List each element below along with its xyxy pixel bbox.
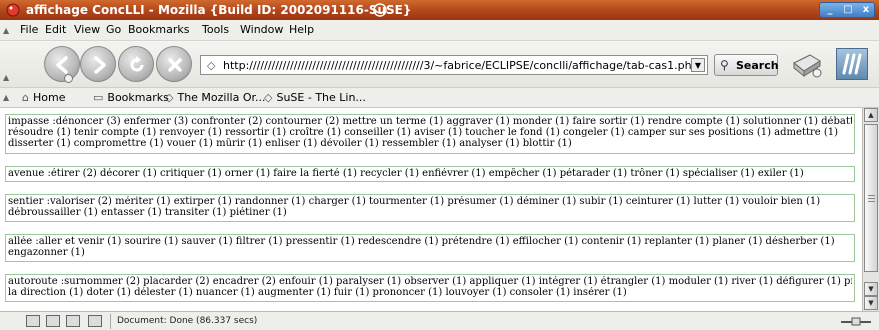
bookmark-suse[interactable]: ◇ SuSE - The Lin... xyxy=(264,91,366,104)
entry-line: avenue :étirer (2) décorer (1) critiquer… xyxy=(8,168,804,179)
mozilla-app-icon[interactable] xyxy=(5,2,21,18)
entry-avenue: avenue :étirer (2) décorer (1) critiquer… xyxy=(5,166,855,182)
url-history-dropdown[interactable]: ▼ xyxy=(691,58,705,72)
bookmark-mozilla-org[interactable]: ◇ The Mozilla Or... xyxy=(165,91,266,104)
page-icon: ◇ xyxy=(207,59,216,72)
reload-button[interactable] xyxy=(118,46,154,82)
menu-help[interactable]: Help xyxy=(289,23,314,36)
reload-icon xyxy=(130,56,144,72)
menu-view[interactable]: View xyxy=(74,23,100,36)
window-title: affichage ConcLLI - Mozilla {Build ID: 2… xyxy=(26,3,412,17)
link-icon: ◇ xyxy=(165,91,174,104)
url-bar[interactable]: ◇ http://///////////////////////////////… xyxy=(200,55,708,75)
navbar-collapse-grip[interactable]: ▲ xyxy=(3,73,9,82)
bookmark-home[interactable]: ⌂ Home xyxy=(22,91,65,104)
print-icon[interactable] xyxy=(790,49,824,79)
menubar-collapse-grip[interactable]: ▲ xyxy=(3,26,9,35)
bookmark-suse-label: SuSE - The Lin... xyxy=(276,91,366,104)
entry-allee: allée :aller et venir (1) sourire (1) sa… xyxy=(5,234,855,262)
scroll-up-button[interactable]: ▲ xyxy=(864,108,878,122)
menu-edit[interactable]: Edit xyxy=(45,23,66,36)
bookmarks-collapse-grip[interactable]: ▲ xyxy=(3,93,9,102)
entry-line: impasse :dénoncer (3) enfermer (3) confr… xyxy=(8,116,852,127)
stop-button[interactable] xyxy=(156,46,192,82)
mozilla-logo xyxy=(836,48,868,80)
scroll-down-button-2[interactable]: ▼ xyxy=(864,296,878,310)
entry-line: autoroute :surnommer (2) placarder (2) e… xyxy=(8,276,852,287)
link-icon: ◇ xyxy=(264,91,273,104)
entry-line: la direction (1) doter (1) délester (1) … xyxy=(8,287,627,298)
close-button[interactable]: x xyxy=(857,3,875,17)
window-controls: _ □ x xyxy=(819,2,875,18)
bookmarks-toolbar: ▲ ⌂ Home ▭ Bookmarks ◇ The Mozilla Or... ◇ S… xyxy=(0,88,879,108)
entry-line: engazonner (1) xyxy=(8,247,85,258)
menu-window[interactable]: Window xyxy=(240,23,283,36)
bookmark-mozilla-label: The Mozilla Or... xyxy=(177,91,266,104)
menu-bar: ▲ File Edit View Go Bookmarks Tools Wind… xyxy=(0,20,879,41)
loading-indicator-icon xyxy=(373,3,387,17)
online-status-icon[interactable] xyxy=(839,316,873,327)
mail-icon[interactable] xyxy=(46,315,60,327)
page-content: impasse :dénoncer (3) enfermer (3) confr… xyxy=(0,108,862,311)
status-separator xyxy=(110,314,111,329)
entry-sentier: sentier :valoriser (2) mériter (1) extir… xyxy=(5,194,855,222)
forward-button[interactable] xyxy=(80,46,116,82)
back-arrow-icon xyxy=(56,56,68,74)
status-bar: Document: Done (86.337 secs) xyxy=(0,311,879,330)
menu-tools[interactable]: Tools xyxy=(202,23,229,36)
entry-line: résoudre (1) tenir compte (1) renvoyer (… xyxy=(8,127,839,138)
forward-arrow-icon xyxy=(94,56,106,74)
back-button[interactable] xyxy=(44,46,80,82)
stop-icon xyxy=(168,58,182,72)
entry-autoroute: autoroute :surnommer (2) placarder (2) e… xyxy=(5,274,855,302)
entry-line: allée :aller et venir (1) sourire (1) sa… xyxy=(8,236,835,247)
title-bar[interactable]: affichage ConcLLI - Mozilla {Build ID: 2… xyxy=(0,0,879,20)
home-icon: ⌂ xyxy=(22,91,29,104)
search-button-label: Search xyxy=(736,59,779,72)
maximize-button[interactable]: □ xyxy=(839,3,857,17)
menu-file[interactable]: File xyxy=(20,23,38,36)
bookmark-bookmarks-folder[interactable]: ▭ Bookmarks xyxy=(93,91,169,104)
menu-go[interactable]: Go xyxy=(106,23,121,36)
url-input[interactable]: http:///////////////////////////////////… xyxy=(223,59,699,72)
entry-line: débroussailler (1) entasser (1) transite… xyxy=(8,207,287,218)
entry-impasse: impasse :dénoncer (3) enfermer (3) confr… xyxy=(5,114,855,154)
vertical-scrollbar[interactable]: ▲ ▼ ▼ xyxy=(862,108,879,311)
mozilla-m-icon xyxy=(842,53,862,75)
address-book-icon[interactable] xyxy=(88,315,102,327)
search-button[interactable]: ⚲ Search xyxy=(714,54,779,76)
scroll-down-button[interactable]: ▼ xyxy=(864,282,878,296)
bookmark-bookmarks-label: Bookmarks xyxy=(107,91,169,104)
back-history-dropdown[interactable] xyxy=(64,74,73,83)
composer-icon[interactable] xyxy=(66,315,80,327)
menu-bookmarks[interactable]: Bookmarks xyxy=(128,23,189,36)
status-text: Document: Done (86.337 secs) xyxy=(117,316,258,326)
search-icon: ⚲ xyxy=(720,58,729,72)
entry-line: disserter (1) compromettre (1) vouer (1)… xyxy=(8,138,572,149)
minimize-button[interactable]: _ xyxy=(821,3,839,17)
navigation-toolbar: ▲ ◇ http:///////////////////////////////… xyxy=(0,41,879,88)
entry-line: sentier :valoriser (2) mériter (1) extir… xyxy=(8,196,821,207)
folder-icon: ▭ xyxy=(93,91,104,104)
navigator-icon[interactable] xyxy=(26,315,40,327)
bookmark-home-label: Home xyxy=(32,91,66,104)
scrollbar-thumb[interactable] xyxy=(864,124,878,272)
